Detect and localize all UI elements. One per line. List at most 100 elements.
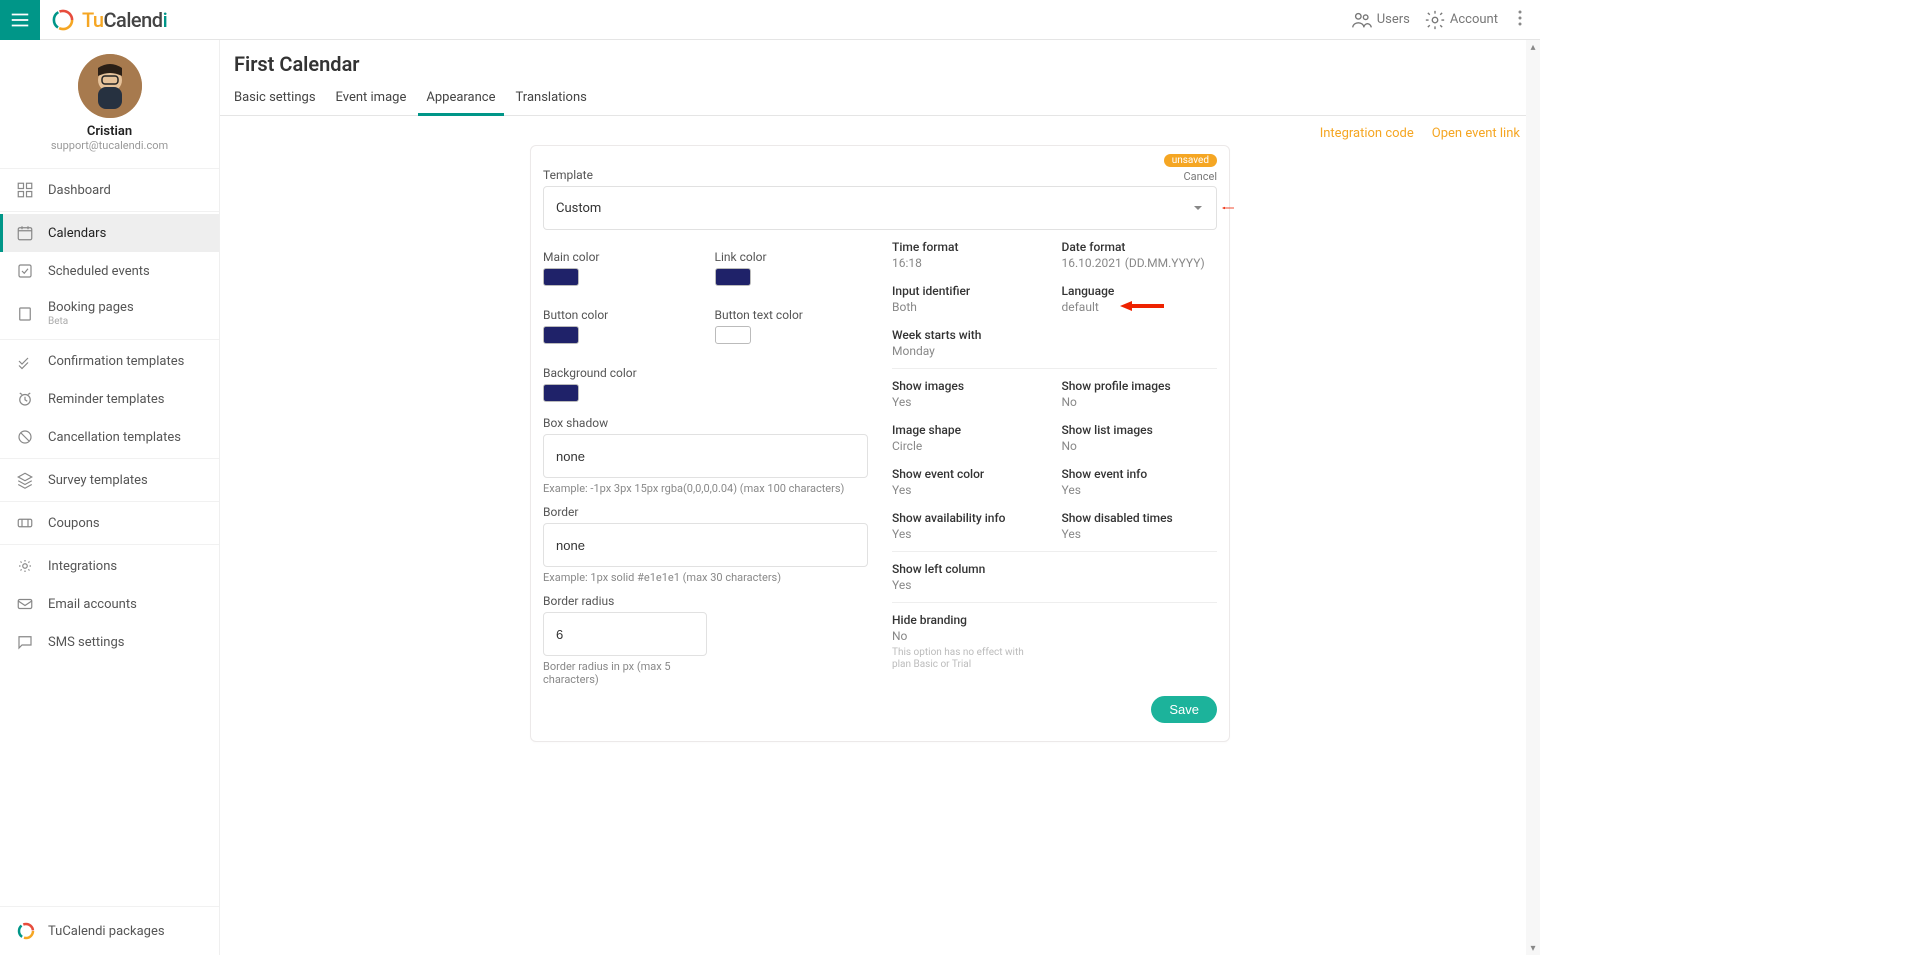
show-images-block[interactable]: Show images Yes [892,379,1048,409]
cancel-icon [16,428,34,446]
image-shape-block[interactable]: Image shape Circle [892,423,1048,453]
date-format-block[interactable]: Date format 16.10.2021 (DD.MM.YYYY) [1062,240,1218,270]
vertical-scrollbar[interactable]: ▴ ▾ [1526,40,1540,955]
hamburger-menu-button[interactable] [0,0,40,40]
tab-basic-settings[interactable]: Basic settings [234,90,316,115]
show-list-images-block[interactable]: Show list images No [1062,423,1218,453]
check-calendar-icon [16,262,34,280]
show-disabled-times-block[interactable]: Show disabled times Yes [1062,511,1218,541]
tabs: Basic settings Event image Appearance Tr… [220,76,1540,116]
box-shadow-label: Box shadow [543,416,868,430]
nav-confirmation-templates[interactable]: Confirmation templates [0,342,219,380]
nav-reminder-templates[interactable]: Reminder templates [0,380,219,418]
hamburger-icon [9,9,31,31]
save-button[interactable]: Save [1151,696,1217,723]
scroll-up-icon: ▴ [1526,40,1540,54]
nav-cancellation-templates[interactable]: Cancellation templates [0,418,219,456]
nav-sublabel: Beta [48,316,134,327]
nav-calendars[interactable]: Calendars [0,214,219,252]
dashboard-icon [16,181,34,199]
nav-label: Confirmation templates [48,354,184,369]
hide-branding-note: This option has no effect with plan Basi… [892,647,1042,671]
hide-branding-block[interactable]: Hide branding No This option has no effe… [892,613,1217,671]
nav-booking-pages[interactable]: Booking pages Beta [0,290,219,337]
alarm-icon [16,390,34,408]
tab-translations[interactable]: Translations [516,90,587,115]
overflow-menu-button[interactable] [1512,8,1528,32]
account-link[interactable]: Account [1424,9,1498,31]
border-radius-helper: Border radius in px (max 5 characters) [543,660,683,686]
open-event-link[interactable]: Open event link [1432,126,1520,141]
nav-label: Reminder templates [48,392,164,407]
nav-label: Coupons [48,516,100,531]
week-starts-block[interactable]: Week starts with Monday [892,328,1217,358]
template-label: Template [543,168,1217,182]
gear-small-icon [16,557,34,575]
button-text-color-swatch[interactable] [715,326,751,344]
sidebar-footer-packages[interactable]: TuCalendi packages [0,906,219,955]
kebab-icon [1512,8,1528,28]
scroll-down-icon: ▾ [1526,941,1540,955]
unsaved-badge: unsaved [1164,154,1217,167]
logo[interactable]: TuCalendi [40,7,167,33]
border-label: Border [543,505,868,519]
logo-icon [50,7,76,33]
sidebar-footer-label: TuCalendi packages [48,924,165,939]
tab-appearance[interactable]: Appearance [426,90,495,115]
language-block[interactable]: Language default [1062,284,1218,314]
page-title: First Calendar [234,52,1526,76]
integration-code-link[interactable]: Integration code [1320,126,1414,141]
sidebar: Cristian support@tucalendi.com Dashboard… [0,40,220,955]
tab-event-image[interactable]: Event image [336,90,407,115]
nav-scheduled-events[interactable]: Scheduled events [0,252,219,290]
chat-icon [16,633,34,651]
mail-icon [16,595,34,613]
link-color-swatch[interactable] [715,268,751,286]
button-text-color-label: Button text color [715,308,869,322]
page-icon [16,305,34,323]
nav-survey-templates[interactable]: Survey templates [0,461,219,499]
nav-coupons[interactable]: Coupons [0,504,219,542]
main-color-label: Main color [543,250,697,264]
link-color-label: Link color [715,250,869,264]
annotation-arrow-template [1222,202,1234,214]
users-link[interactable]: Users [1351,9,1410,31]
action-links: Integration code Open event link [220,116,1540,141]
header: TuCalendi Users Account [0,0,1540,40]
show-left-column-block[interactable]: Show left column Yes [892,562,1217,592]
background-color-swatch[interactable] [543,384,579,402]
border-radius-input[interactable] [543,612,707,656]
template-select[interactable]: Custom [543,186,1217,230]
nav-label: Calendars [48,226,106,241]
show-profile-images-block[interactable]: Show profile images No [1062,379,1218,409]
cancel-link[interactable]: Cancel [1184,170,1217,183]
button-color-label: Button color [543,308,697,322]
nav-email-accounts[interactable]: Email accounts [0,585,219,623]
appearance-card: unsaved Cancel Template Custom [530,145,1230,742]
nav-label: Integrations [48,559,117,574]
main: First Calendar Basic settings Event imag… [220,40,1540,955]
ticket-icon [16,514,34,532]
button-color-swatch[interactable] [543,326,579,344]
avatar[interactable] [78,54,142,118]
users-icon [1351,9,1373,31]
background-color-label: Background color [543,366,697,380]
nav-sms-settings[interactable]: SMS settings [0,623,219,661]
profile-email: support@tucalendi.com [51,139,168,152]
box-shadow-input[interactable] [543,434,868,478]
time-format-block[interactable]: Time format 16:18 [892,240,1048,270]
gear-icon [1424,9,1446,31]
border-helper: Example: 1px solid #e1e1e1 (max 30 chara… [543,571,868,584]
layers-icon [16,471,34,489]
border-input[interactable] [543,523,868,567]
border-radius-label: Border radius [543,594,868,608]
nav-integrations[interactable]: Integrations [0,547,219,585]
main-color-swatch[interactable] [543,268,579,286]
show-event-info-block[interactable]: Show event info Yes [1062,467,1218,497]
show-event-color-block[interactable]: Show event color Yes [892,467,1048,497]
nav-label: SMS settings [48,635,124,650]
input-identifier-block[interactable]: Input identifier Both [892,284,1048,314]
show-availability-info-block[interactable]: Show availability info Yes [892,511,1048,541]
profile-block: Cristian support@tucalendi.com [0,40,219,160]
nav-dashboard[interactable]: Dashboard [0,171,219,209]
